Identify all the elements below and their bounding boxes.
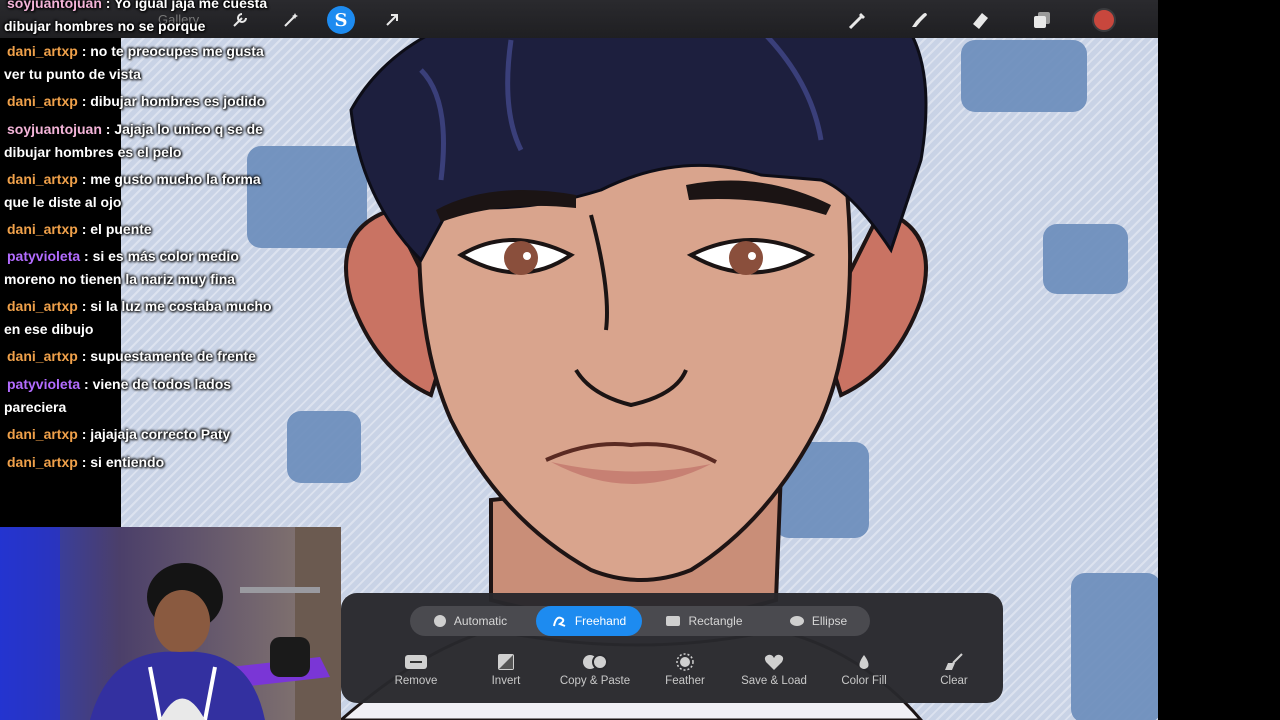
tool-label: Color Fill <box>841 675 887 687</box>
mode-ellipse[interactable]: Ellipse <box>766 606 870 636</box>
heart-icon <box>764 654 784 670</box>
tool-label: Feather <box>665 675 705 687</box>
tool-label: Save & Load <box>741 675 807 687</box>
webcam-image <box>0 527 341 720</box>
selection-toolbar: Automatic Freehand Rectangle Ellipse Rem… <box>341 593 1003 703</box>
mode-label: Ellipse <box>811 614 848 628</box>
chat-text: : si entiendo <box>81 454 165 470</box>
smudge-icon[interactable] <box>905 6 933 34</box>
mode-label: Freehand <box>574 614 627 628</box>
feather-button[interactable]: Feather <box>640 651 730 687</box>
ellipse-icon <box>789 616 804 626</box>
layers-icon[interactable] <box>1028 6 1056 34</box>
chat-text: : jajajaja correcto Paty <box>81 426 231 442</box>
invert-icon <box>498 654 514 670</box>
transform-arrow-icon[interactable] <box>378 6 406 34</box>
chat-username: dani_artxp <box>7 93 78 109</box>
automatic-icon <box>433 615 446 627</box>
mode-freehand[interactable]: Freehand <box>536 606 642 636</box>
selection-mode-segmented: Automatic Freehand Rectangle Ellipse <box>410 606 870 636</box>
stream-screen: Gallery S soyjuantojuan : Yo igual jaja … <box>0 0 1280 720</box>
copy-paste-button[interactable]: Copy & Paste <box>550 651 640 687</box>
remove-button[interactable]: Remove <box>371 651 461 687</box>
chat-message: dani_artxp : no te preocupes me gusta ve… <box>4 40 274 86</box>
chat-username: dani_artxp <box>7 348 78 364</box>
tool-label: Invert <box>491 675 521 687</box>
mode-automatic[interactable]: Automatic <box>410 606 530 636</box>
color-fill-icon <box>859 655 869 669</box>
chat-message: patyvioleta : viene de todos lados parec… <box>4 373 274 419</box>
stream-chat: soyjuantojuan : Yo igual jaja me cuesta … <box>0 0 280 480</box>
color-swatch[interactable] <box>1092 8 1116 32</box>
chat-text: : supuestamente de frente <box>81 348 256 364</box>
tool-label: Remove <box>394 675 438 687</box>
rectangle-icon <box>666 616 681 626</box>
freehand-icon <box>552 616 566 627</box>
tool-label: Copy & Paste <box>559 675 631 687</box>
chat-username: dani_artxp <box>7 171 78 187</box>
chat-message: dani_artxp : jajajaja correcto Paty <box>4 423 274 446</box>
remove-icon <box>405 655 427 669</box>
webcam-feed <box>0 527 341 720</box>
chat-message: soyjuantojuan : Yo igual jaja me cuesta … <box>4 0 274 38</box>
chat-message: dani_artxp : me gusto mucho la forma que… <box>4 168 274 214</box>
mode-rectangle[interactable]: Rectangle <box>648 606 760 636</box>
chat-message: dani_artxp : si entiendo <box>4 451 274 474</box>
save-load-button[interactable]: Save & Load <box>729 651 819 687</box>
feather-icon <box>676 653 694 671</box>
chat-message: soyjuantojuan : Jajaja lo unico q se de … <box>4 118 274 164</box>
chat-username: dani_artxp <box>7 221 78 237</box>
chat-username: dani_artxp <box>7 454 78 470</box>
clear-button[interactable]: Clear <box>909 651 999 687</box>
mode-label: Automatic <box>453 614 508 628</box>
invert-button[interactable]: Invert <box>461 651 551 687</box>
chat-username: patyvioleta <box>7 248 81 264</box>
chat-username: soyjuantojuan <box>7 0 102 11</box>
chat-username: soyjuantojuan <box>7 121 102 137</box>
chat-username: patyvioleta <box>7 376 81 392</box>
chat-username: dani_artxp <box>7 426 78 442</box>
chat-message: dani_artxp : si la luz me costaba mucho … <box>4 295 274 341</box>
chat-username: dani_artxp <box>7 43 78 59</box>
chat-text: : dibujar hombres es jodido <box>81 93 266 109</box>
chat-message: dani_artxp : supuestamente de frente <box>4 345 274 368</box>
chat-text: : el puente <box>81 221 152 237</box>
chat-message: dani_artxp : dibujar hombres es jodido <box>4 90 274 113</box>
brush-icon[interactable] <box>844 6 872 34</box>
eraser-icon[interactable] <box>966 6 994 34</box>
copy-paste-icon <box>583 654 608 670</box>
color-fill-button[interactable]: Color Fill <box>819 651 909 687</box>
mode-label: Rectangle <box>688 614 743 628</box>
chat-message: patyvioleta : si es más color medio more… <box>4 245 274 291</box>
selection-tool-s-icon[interactable]: S <box>327 6 355 34</box>
right-letterbox <box>1158 0 1280 720</box>
magic-wand-icon[interactable] <box>277 6 305 34</box>
tool-label: Clear <box>940 675 968 687</box>
clear-icon <box>945 653 963 670</box>
chat-username: dani_artxp <box>7 298 78 314</box>
chat-message: dani_artxp : el puente <box>4 218 274 241</box>
